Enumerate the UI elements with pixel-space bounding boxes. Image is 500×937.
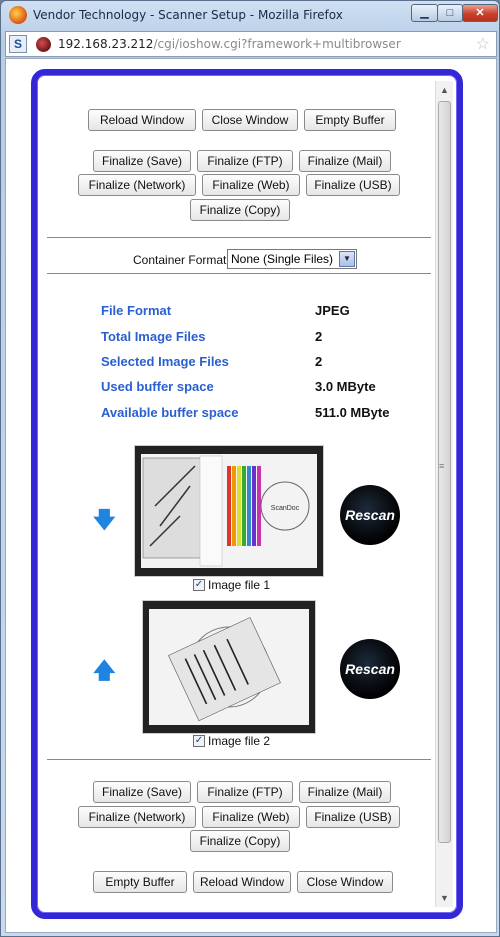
empty-buffer-button[interactable]: Empty Buffer — [304, 109, 396, 131]
image-2-label: Image file 2 — [208, 734, 271, 748]
addon-s-icon[interactable]: S — [9, 35, 27, 53]
scroll-up-icon[interactable]: ▲ — [440, 85, 449, 95]
divider — [47, 273, 431, 274]
image-1-label: Image file 1 — [208, 578, 271, 592]
total-image-files-value: 2 — [315, 329, 323, 344]
image-thumbnail-2[interactable] — [142, 600, 316, 734]
scroll-thumb[interactable] — [438, 101, 451, 843]
rescan-button-2[interactable]: Rescan — [340, 639, 400, 699]
used-buffer-value: 3.0 MByte — [315, 379, 376, 394]
finalize-mail-button-bottom[interactable]: Finalize (Mail) — [299, 781, 391, 803]
finalize-copy-button-bottom[interactable]: Finalize (Copy) — [190, 830, 290, 852]
title-bar: Vendor Technology - Scanner Setup - Mozi… — [1, 1, 500, 29]
scrollbar[interactable]: ▲ ≡ ▼ — [435, 81, 453, 907]
reload-window-button[interactable]: Reload Window — [88, 109, 196, 131]
finalize-copy-button[interactable]: Finalize (Copy) — [190, 199, 290, 221]
url-path: /cgi/ioshow.cgi?framework+multibrowser — [153, 37, 401, 51]
container-format-select[interactable]: None (Single Files) ▼ — [227, 249, 357, 269]
file-format-value: JPEG — [315, 303, 350, 318]
finalize-usb-button-bottom[interactable]: Finalize (USB) — [306, 806, 400, 828]
total-image-files-label: Total Image Files — [101, 329, 206, 344]
finalize-network-button[interactable]: Finalize (Network) — [78, 174, 196, 196]
divider — [47, 237, 431, 238]
move-down-arrow-icon[interactable]: 🡇 — [93, 503, 116, 541]
window-title: Vendor Technology - Scanner Setup - Mozi… — [33, 8, 343, 22]
url-host: 192.168.23.212 — [58, 37, 154, 51]
scanner-panel: ▲ ≡ ▼ Reload Window Close Window Empty B… — [31, 69, 463, 919]
close-window-button-bottom[interactable]: Close Window — [297, 871, 393, 893]
scanned-page-1-image: ScanDoc — [135, 446, 323, 576]
image-2-checkbox[interactable]: ✓ — [193, 735, 205, 747]
finalize-ftp-button[interactable]: Finalize (FTP) — [197, 150, 293, 172]
available-buffer-label: Available buffer space — [101, 405, 239, 420]
address-bar[interactable]: S 192.168.23.212/cgi/ioshow.cgi?framewor… — [5, 31, 497, 57]
image-1-checkbox[interactable]: ✓ — [193, 579, 205, 591]
browser-window: Vendor Technology - Scanner Setup - Mozi… — [0, 0, 500, 937]
container-format-value: None (Single Files) — [231, 252, 334, 266]
svg-text:ScanDoc: ScanDoc — [271, 505, 300, 512]
finalize-web-button-bottom[interactable]: Finalize (Web) — [202, 806, 300, 828]
finalize-web-button[interactable]: Finalize (Web) — [202, 174, 300, 196]
close-window-button[interactable]: ✕ — [462, 4, 498, 22]
finalize-mail-button[interactable]: Finalize (Mail) — [299, 150, 391, 172]
scroll-down-icon[interactable]: ▼ — [440, 893, 449, 903]
selected-image-files-label: Selected Image Files — [101, 354, 229, 369]
url-text[interactable]: 192.168.23.212/cgi/ioshow.cgi?framework+… — [58, 37, 401, 51]
reload-window-button-bottom[interactable]: Reload Window — [193, 871, 291, 893]
finalize-save-button-bottom[interactable]: Finalize (Save) — [93, 781, 191, 803]
finalize-save-button[interactable]: Finalize (Save) — [93, 150, 191, 172]
maximize-button[interactable]: □ — [437, 4, 463, 22]
divider — [47, 759, 431, 760]
empty-buffer-button-bottom[interactable]: Empty Buffer — [93, 871, 187, 893]
bookmark-star-icon[interactable]: ☆ — [476, 34, 490, 54]
move-up-arrow-icon[interactable]: 🡅 — [93, 654, 116, 692]
finalize-usb-button[interactable]: Finalize (USB) — [306, 174, 400, 196]
chevron-down-icon[interactable]: ▼ — [339, 251, 355, 267]
scroll-grip-icon: ≡ — [439, 461, 445, 471]
container-format-label: Container Format — [133, 253, 227, 267]
rescan-button-1[interactable]: Rescan — [340, 485, 400, 545]
selected-image-files-value: 2 — [315, 354, 323, 369]
firefox-logo-icon — [9, 6, 27, 24]
scanned-page-2-image — [143, 601, 315, 733]
used-buffer-label: Used buffer space — [101, 379, 214, 394]
finalize-network-button-bottom[interactable]: Finalize (Network) — [78, 806, 196, 828]
finalize-ftp-button-bottom[interactable]: Finalize (FTP) — [197, 781, 293, 803]
file-format-label: File Format — [101, 303, 172, 318]
site-favicon-icon — [36, 37, 51, 52]
minimize-button[interactable]: ▁ — [411, 4, 438, 22]
close-window-button-top[interactable]: Close Window — [202, 109, 298, 131]
available-buffer-value: 511.0 MByte — [315, 405, 390, 420]
image-thumbnail-1[interactable]: ScanDoc — [134, 445, 324, 577]
